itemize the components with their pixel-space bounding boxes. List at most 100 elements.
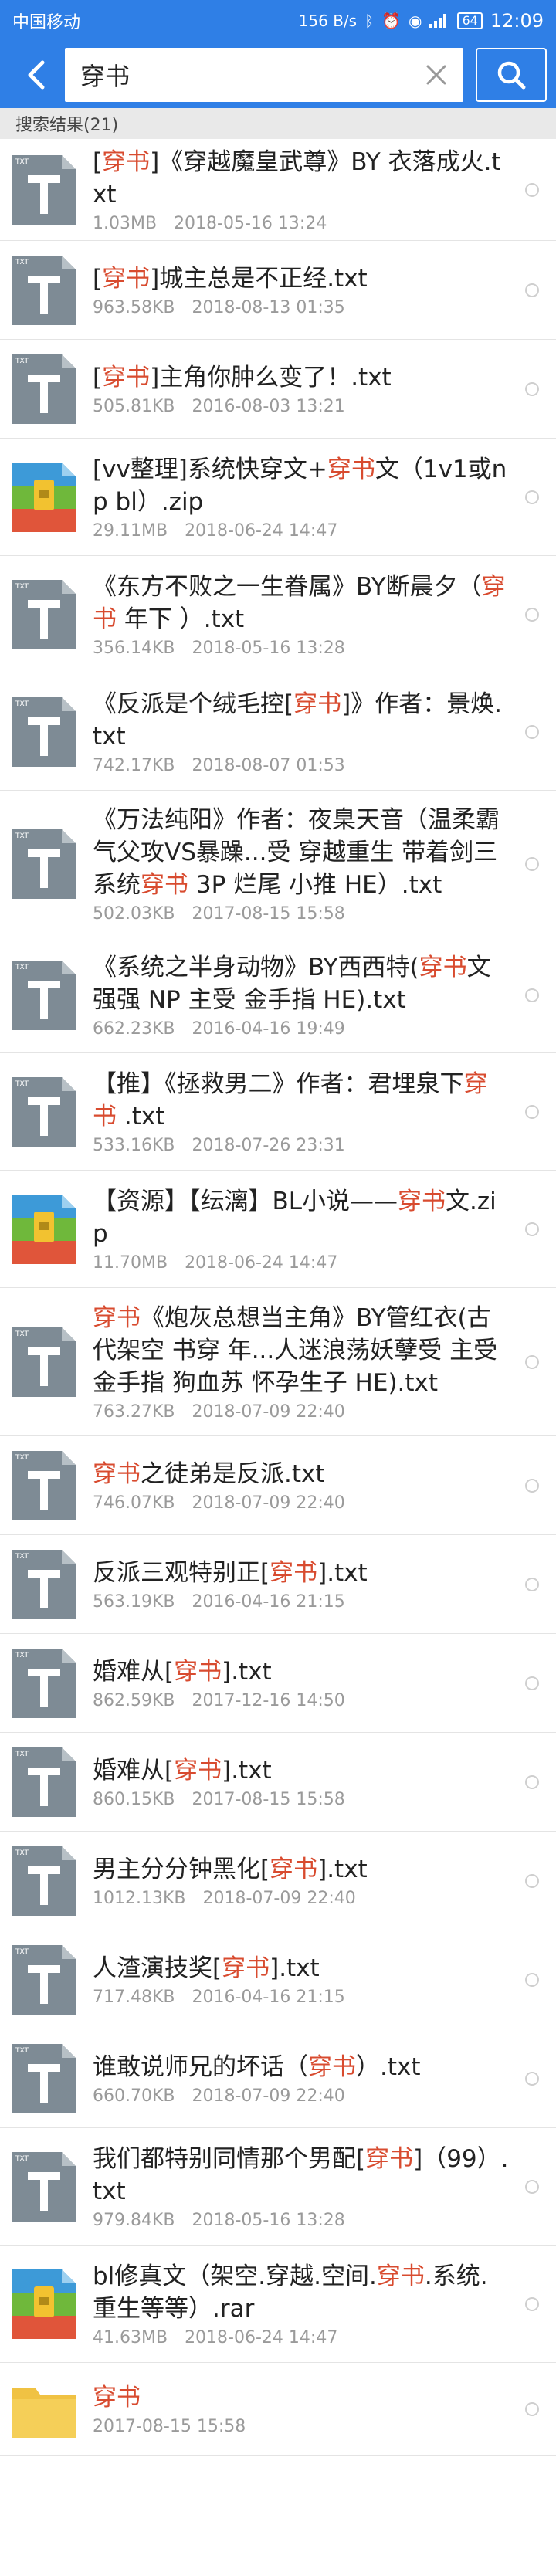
- select-radio[interactable]: [525, 2179, 539, 2194]
- select-radio[interactable]: [525, 2401, 539, 2416]
- file-meta: 41.63MB 2018-06-24 14:47: [93, 2328, 510, 2347]
- results-header: 搜索结果(21): [0, 108, 556, 139]
- txt-file-icon: TXT: [12, 829, 76, 899]
- txt-file-icon: TXT: [12, 2151, 76, 2222]
- file-list-item[interactable]: TXT 婚难从[穿书].txt 862.59KB 2017-12-16 14:50: [0, 1634, 556, 1733]
- select-radio[interactable]: [525, 724, 539, 739]
- file-name: 《东方不败之一生眷属》BY断晨夕（穿书 年下 ）.txt: [93, 571, 510, 636]
- select-radio[interactable]: [525, 490, 539, 504]
- txt-file-icon: TXT: [12, 1944, 76, 2015]
- select-radio[interactable]: [525, 856, 539, 871]
- file-list-item[interactable]: TXT 【推】《拯救男二》作者：君埋泉下穿书 .txt 533.16KB 2018-0…: [0, 1053, 556, 1171]
- file-list-item[interactable]: TXT 人渣演技奖[穿书].txt 717.48KB 2016-04-16 21:15: [0, 1930, 556, 2029]
- file-name-text: 【资源】【纭漓】BL小说——: [93, 1188, 398, 1215]
- file-date: 2018-08-13 01:35: [192, 298, 345, 317]
- file-list-item[interactable]: TXT [穿书]城主总是不正经.txt 963.58KB 2018-08-13 01:…: [0, 241, 556, 340]
- keyword-highlight: 穿书: [398, 1188, 446, 1215]
- file-meta: 763.27KB 2018-07-09 22:40: [93, 1402, 510, 1422]
- select-radio[interactable]: [525, 607, 539, 622]
- svg-text:TXT: TXT: [15, 259, 29, 266]
- keyword-highlight: 穿书: [141, 871, 188, 899]
- file-list-item[interactable]: TXT 《东方不败之一生眷属》BY断晨夕（穿书 年下 ）.txt 356.14KB 2…: [0, 556, 556, 673]
- file-info: 《反派是个绒毛控[穿书]》作者：景焕.txt 742.17KB 2018-08-07…: [93, 688, 510, 775]
- select-radio[interactable]: [525, 988, 539, 1002]
- svg-text:TXT: TXT: [15, 1330, 29, 1338]
- file-name: 【资源】【纭漓】BL小说——穿书文.zip: [93, 1185, 510, 1250]
- file-list-item[interactable]: TXT [穿书]《穿越魔皇武尊》BY 衣落成火.txt 1.03MB 2018-05-…: [0, 139, 556, 241]
- file-date: 2018-07-26 23:31: [192, 1136, 345, 1155]
- file-name-text: ].txt: [222, 1757, 272, 1785]
- select-radio[interactable]: [525, 182, 539, 197]
- file-list-item[interactable]: TXT [穿书]主角你肿么变了！.txt 505.81KB 2016-08-03 13…: [0, 340, 556, 439]
- file-list-item[interactable]: TXT 男主分分钟黑化[穿书].txt 1012.13KB 2018-07-09 22…: [0, 1832, 556, 1930]
- archive-file-icon: [12, 2269, 76, 2339]
- file-size: 763.27KB: [93, 1402, 175, 1422]
- file-name: [穿书]城主总是不正经.txt: [93, 263, 510, 295]
- archive-file-icon: [12, 462, 76, 532]
- file-meta: 563.19KB 2016-04-16 21:15: [93, 1592, 510, 1612]
- file-name: [穿书]《穿越魔皇武尊》BY 衣落成火.txt: [93, 146, 510, 211]
- svg-text:TXT: TXT: [15, 2155, 29, 2163]
- svg-text:TXT: TXT: [15, 1553, 29, 1561]
- file-list-item[interactable]: 穿书 2017-08-15 15:58: [0, 2363, 556, 2456]
- file-meta: 505.81KB 2016-08-03 13:21: [93, 397, 510, 416]
- file-meta: 502.03KB 2017-08-15 15:58: [93, 904, 510, 924]
- file-meta: 29.11MB 2018-06-24 14:47: [93, 521, 510, 541]
- select-radio[interactable]: [525, 2296, 539, 2311]
- status-bar: 中国移动 156 B/s ᛒ ⏰ ◉ 64 12:09: [0, 0, 556, 42]
- select-radio[interactable]: [525, 1222, 539, 1236]
- file-name-text: 婚难从[: [93, 1658, 175, 1686]
- file-list-item[interactable]: TXT 《系统之半身动物》BY西西特(穿书文 强强 NP 主受 金手指 HE).t…: [0, 937, 556, 1053]
- keyword-highlight: 穿书: [93, 1460, 141, 1488]
- txt-file-icon: TXT: [12, 1327, 76, 1397]
- txt-file-icon: TXT: [12, 1549, 76, 1619]
- network-speed: 156 B/s: [298, 12, 358, 30]
- file-meta: 746.07KB 2018-07-09 22:40: [93, 1493, 510, 1513]
- search-button[interactable]: [476, 48, 547, 102]
- select-radio[interactable]: [525, 381, 539, 396]
- select-radio[interactable]: [525, 1873, 539, 1888]
- file-list-item[interactable]: [vv整理]系统快穿文+穿书文（1v1或np bl）.zip 29.11MB 201…: [0, 439, 556, 556]
- file-list-item[interactable]: TXT 《反派是个绒毛控[穿书]》作者：景焕.txt 742.17KB 2018-08…: [0, 673, 556, 791]
- select-radio[interactable]: [525, 283, 539, 297]
- select-radio[interactable]: [525, 1478, 539, 1493]
- select-radio[interactable]: [525, 1104, 539, 1119]
- file-list-item[interactable]: bl修真文（架空.穿越.空间.穿书.系统.重生等等）.rar 41.63MB 201…: [0, 2246, 556, 2363]
- txt-file-icon: TXT: [12, 1450, 76, 1520]
- file-name-text: [: [93, 265, 103, 293]
- keyword-highlight: 穿书: [365, 2145, 414, 2173]
- file-meta: 1012.13KB 2018-07-09 22:40: [93, 1889, 510, 1908]
- keyword-highlight: 穿书: [270, 1559, 318, 1587]
- file-list-item[interactable]: TXT 反派三观特别正[穿书].txt 563.19KB 2016-04-16 21:…: [0, 1535, 556, 1634]
- file-list-item[interactable]: TXT 谁敢说师兄的坏话（穿书）.txt 660.70KB 2018-07-09 22…: [0, 2029, 556, 2128]
- file-name-text: 人渣演技奖[: [93, 1954, 222, 1982]
- alarm-icon: ⏰: [381, 12, 402, 30]
- status-icons: 156 B/s ᛒ ⏰ ◉ 64 12:09: [299, 10, 544, 32]
- file-list-item[interactable]: 【资源】【纭漓】BL小说——穿书文.zip 11.70MB 2018-06-24 1…: [0, 1171, 556, 1288]
- select-radio[interactable]: [525, 2071, 539, 2086]
- txt-file-icon: TXT: [12, 2043, 76, 2113]
- file-list-item[interactable]: TXT 婚难从[穿书].txt 860.15KB 2017-08-15 15:58: [0, 1733, 556, 1832]
- file-meta: 11.70MB 2018-06-24 14:47: [93, 1253, 510, 1273]
- file-list-item[interactable]: TXT 穿书之徒弟是反派.txt 746.07KB 2018-07-09 22:40: [0, 1436, 556, 1535]
- file-info: 男主分分钟黑化[穿书].txt 1012.13KB 2018-07-09 22:40: [93, 1853, 510, 1908]
- select-radio[interactable]: [525, 1577, 539, 1591]
- clock: 12:09: [490, 10, 544, 32]
- file-list-item[interactable]: TXT 我们都特别同情那个男配[穿书]（99）.txt 979.84KB 2018-0…: [0, 2128, 556, 2246]
- back-button[interactable]: [6, 48, 65, 102]
- file-list-item[interactable]: TXT 《万法纯阳》作者：夜臬天音（温柔霸气父攻VS暴躁...受 穿越重生 带着剑…: [0, 791, 556, 937]
- file-name: 《系统之半身动物》BY西西特(穿书文 强强 NP 主受 金手指 HE).txt: [93, 951, 510, 1016]
- file-info: [穿书]主角你肿么变了！.txt 505.81KB 2016-08-03 13:21: [93, 361, 510, 416]
- select-radio[interactable]: [525, 1354, 539, 1369]
- select-radio[interactable]: [525, 1774, 539, 1789]
- search-input[interactable]: [80, 60, 417, 90]
- file-list-item[interactable]: TXT 穿书《炮灰总想当主角》BY管红衣(古代架空 书穿 年...人迷浪荡妖孽受 …: [0, 1288, 556, 1436]
- file-size: 533.16KB: [93, 1136, 175, 1155]
- select-radio[interactable]: [525, 1676, 539, 1690]
- clear-button[interactable]: [417, 56, 456, 94]
- file-name: [穿书]主角你肿么变了！.txt: [93, 361, 510, 394]
- select-radio[interactable]: [525, 1972, 539, 1987]
- file-name-text: ].txt: [317, 1856, 368, 1883]
- file-name-text: 谁敢说师兄的坏话（: [93, 2053, 308, 2081]
- svg-text:TXT: TXT: [15, 1849, 29, 1857]
